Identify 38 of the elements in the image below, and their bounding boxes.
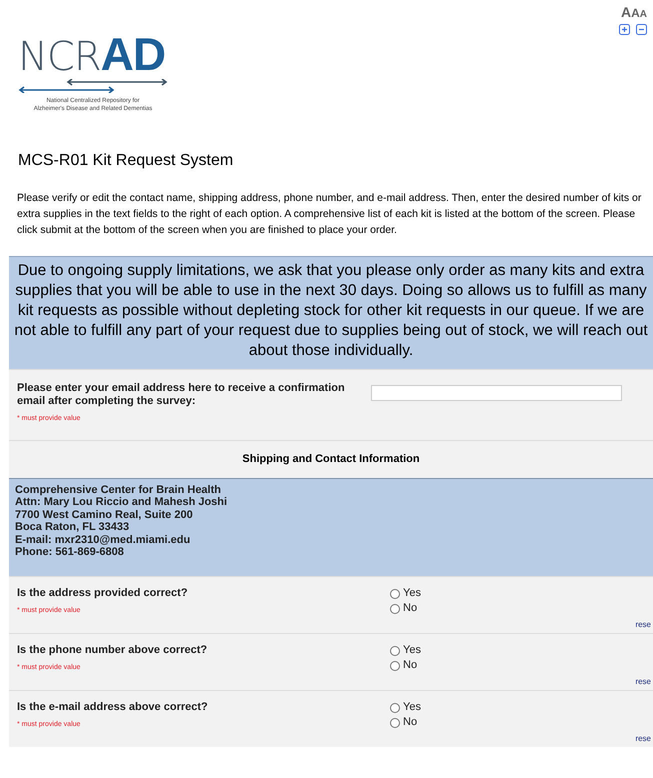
arrows-icon xyxy=(18,79,168,93)
radio-option[interactable]: No xyxy=(390,715,421,730)
instructions-text: Please verify or edit the contact name, shipping address, phone number, and e-mail address. Then, enter the desired number of kits or extra supplies in the text fields to the right of each option. A comprehensive list of each kit is listed at the bottom of the screen. Please click submit at the bottom of the screen when you are finished to place your order. xyxy=(17,191,642,238)
minus-icon[interactable] xyxy=(636,24,647,35)
contact-line: E-mail: mxr2310@med.miami.edu xyxy=(15,534,192,546)
reset-link[interactable]: rese xyxy=(635,677,651,686)
contact-line: Phone: 561-869-6808 xyxy=(15,546,125,558)
radio-button[interactable] xyxy=(390,604,400,614)
radio-option[interactable]: No xyxy=(390,658,421,674)
text-size-letter[interactable]: A xyxy=(631,6,640,20)
contact-line: Boca Raton, FL 33433 xyxy=(15,521,130,534)
radio-option[interactable]: Yes xyxy=(390,700,421,716)
question-label: Is the address provided correct? xyxy=(17,587,189,600)
logo-text: AD xyxy=(100,28,166,80)
radio-option[interactable]: No xyxy=(390,601,421,616)
question-label: Is the phone number above correct? xyxy=(17,644,208,658)
radio-button[interactable] xyxy=(390,702,400,713)
field-label: Please enter your email address here to receive a confirmation email after completing the survey: xyxy=(17,382,346,408)
question-label: Is the e-mail address above correct? xyxy=(17,701,209,714)
text-size-letter[interactable]: A xyxy=(640,9,647,20)
text-size-letter[interactable]: A xyxy=(620,4,632,20)
contact-line: Attn: Mary Lou Riccio and Mahesh Joshi xyxy=(15,496,228,509)
notice-banner: Due to ongoing supply limitations, we ask that you please only order as many kits and extra supplies that you will be able to use in the next 30 days. Doing so allows us to fulfill as many kit requests as possible without depleting stock for other kit requests in our queue. If we are not able to fulfill any part of your request due to supplies being out of stock, we will reach out about those individually. xyxy=(9,256,653,369)
reset-link[interactable]: rese xyxy=(635,620,651,630)
logo-text: NCR xyxy=(18,34,101,80)
plus-icon[interactable] xyxy=(619,24,630,35)
radio-option[interactable]: Yes xyxy=(390,586,421,602)
radio-button[interactable] xyxy=(390,646,400,656)
radio-button[interactable] xyxy=(390,660,400,671)
page-title: MCS-R01 Kit Request System xyxy=(18,152,234,170)
email-input-field[interactable] xyxy=(370,385,622,401)
radio-option[interactable]: Yes xyxy=(390,643,421,658)
contact-line: Comprehensive Center for Brain Health xyxy=(15,484,222,496)
section-header: Shipping and Contact Information xyxy=(9,440,653,479)
contact-line: 7700 West Camino Real, Suite 200 xyxy=(15,508,194,522)
radio-button[interactable] xyxy=(390,718,400,728)
radio-button[interactable] xyxy=(390,588,400,599)
reset-link[interactable]: rese xyxy=(635,734,651,744)
